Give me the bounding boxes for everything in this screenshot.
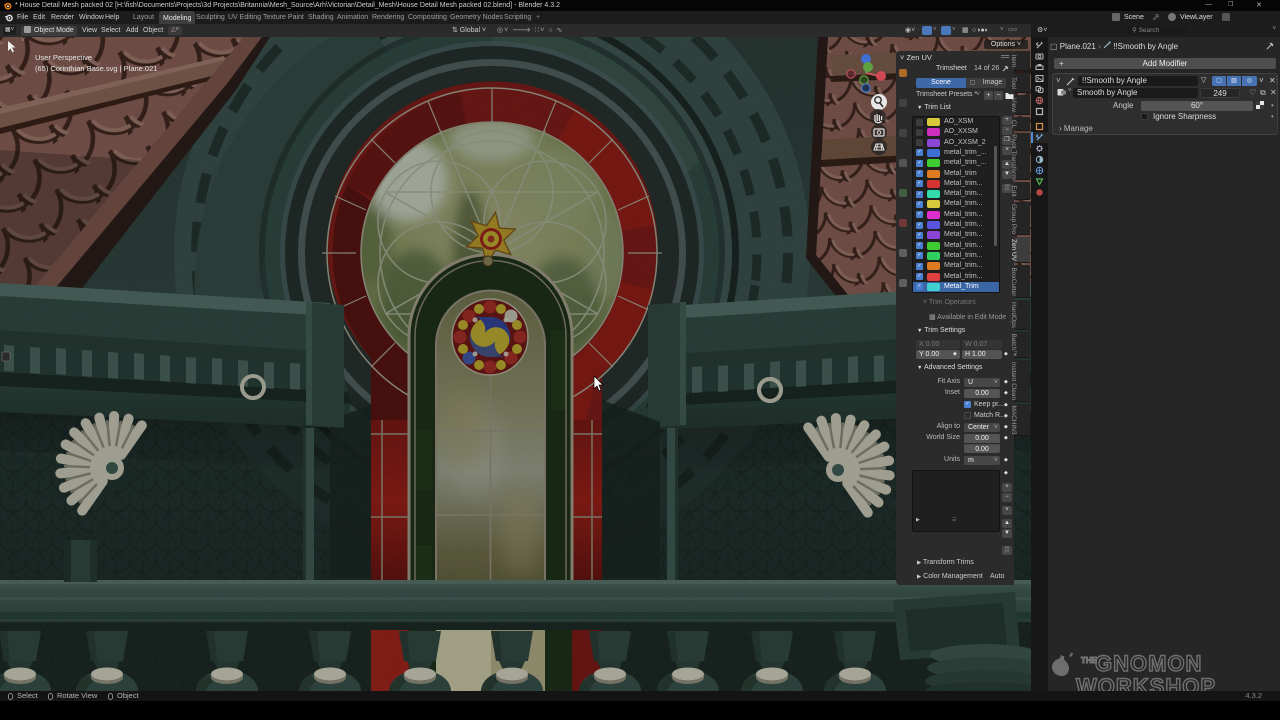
svg-text:(65) Corinthian Base.svg | Pla: (65) Corinthian Base.svg | Plane.021 (35, 64, 157, 73)
svg-text:GNOMON: GNOMON (1095, 651, 1202, 676)
svg-text:User Perspective: User Perspective (35, 53, 92, 62)
